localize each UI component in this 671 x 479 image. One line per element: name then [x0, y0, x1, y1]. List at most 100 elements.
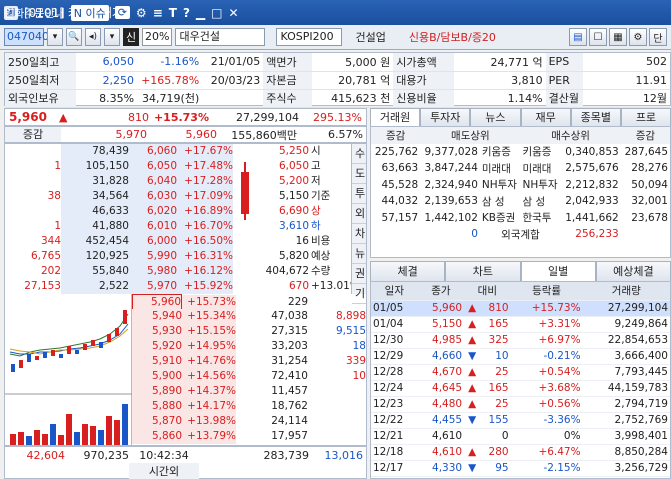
after-hours-label[interactable]: 시간외: [129, 463, 199, 479]
side-tab[interactable]: 외: [352, 204, 366, 224]
bid-price[interactable]: 5,900: [132, 369, 182, 384]
ask-row: 1 41,880 6,010 +16.70% 3,610 하: [5, 219, 351, 234]
grid-icon[interactable]: ▦: [609, 28, 627, 46]
bid-price[interactable]: 5,940: [132, 309, 182, 324]
ask-price[interactable]: 5,970: [129, 279, 177, 294]
close-icon[interactable]: ✕: [228, 6, 238, 20]
change-price1: 5,970: [115, 128, 148, 141]
tab-5[interactable]: 프로: [620, 108, 671, 126]
daily-date: 12/24: [371, 380, 418, 397]
trade-tab-1[interactable]: 차트: [445, 261, 521, 281]
broker-cell: 삼 성: [481, 195, 505, 208]
daily-close: 4,670: [417, 364, 465, 381]
volume-rate: 295.13%: [313, 110, 362, 124]
side-tab[interactable]: 권: [352, 264, 366, 284]
ask-change: 202: [40, 265, 61, 277]
trade-tab-3[interactable]: 예상체결: [595, 261, 671, 281]
up-arrow-icon: ▲: [468, 334, 477, 346]
stock-info-table: 250일최고 6,050 -1.16% 21/01/05 액면가 5,000 원 시가총액 2…: [4, 52, 671, 108]
maximize-icon[interactable]: □: [211, 6, 222, 20]
ask-price[interactable]: 6,000: [129, 234, 177, 249]
daily-close: 4,985: [417, 332, 465, 349]
bid-price[interactable]: 5,870: [132, 414, 182, 429]
unit-toggle-button[interactable]: 단: [649, 28, 667, 46]
current-price-bar: 5,960 ▲ 810 +15.73% 27,299,104 295.13%: [4, 108, 367, 126]
footer-right-total: 13,016: [324, 448, 364, 462]
daily-row[interactable]: 01/05 5,960 ▲ 810 +15.73% 27,299,104: [371, 300, 670, 317]
candle: [107, 334, 111, 342]
bid-price[interactable]: 5,880: [132, 399, 182, 414]
daily-diff-value: 280: [488, 446, 509, 458]
daily-row[interactable]: 12/30 4,985 ▲ 325 +6.97% 22,854,653: [371, 332, 670, 349]
daily-row[interactable]: 12/22 4,455 ▼ 155 -3.36% 2,752,769: [371, 412, 670, 429]
ask-rate: +16.12%: [177, 264, 233, 279]
up-arrow-icon: ▲: [468, 318, 477, 330]
news-issue-button[interactable]: N 이슈: [70, 4, 109, 21]
ask-price[interactable]: 6,040: [129, 174, 177, 189]
dropdown-arrow-icon[interactable]: ▾: [47, 28, 63, 46]
ask-price[interactable]: 6,050: [129, 159, 177, 174]
minimize-icon[interactable]: ▁: [196, 6, 205, 20]
bid-price[interactable]: 5,860: [132, 429, 182, 444]
tab-3[interactable]: 재무: [520, 108, 571, 126]
daily-volume: 2,794,719: [582, 396, 670, 413]
trade-tab-2[interactable]: 일별: [520, 261, 596, 281]
ask-price[interactable]: 5,980: [129, 264, 177, 279]
broker-cell: 28,276: [631, 162, 668, 175]
daily-date: 12/17: [371, 460, 418, 477]
side-tab[interactable]: 뉴: [352, 244, 366, 264]
side-tab[interactable]: 수: [352, 144, 366, 164]
gear-icon[interactable]: ⚙: [629, 28, 647, 46]
down-arrow-icon: ▼: [468, 462, 477, 474]
trade-tab-0[interactable]: 체결: [370, 261, 446, 281]
daily-row[interactable]: 12/21 4,610 0 0% 3,998,401: [371, 428, 670, 445]
info-label: 수량: [311, 265, 331, 277]
side-tab[interactable]: 차: [352, 224, 366, 244]
side-tab-column: 수도투외차뉴권기: [351, 144, 366, 304]
total-volume: 27,299,104: [236, 110, 299, 124]
bid-price[interactable]: 5,930: [132, 324, 182, 339]
info-value: 8.35%: [76, 89, 138, 108]
ask-price[interactable]: 6,020: [129, 204, 177, 219]
sector-name: 건설업: [355, 31, 386, 44]
daily-row[interactable]: 12/28 4,670 ▲ 25 +0.54% 7,793,445: [371, 364, 670, 381]
tab-4[interactable]: 종목별: [570, 108, 621, 126]
help-icon[interactable]: ?: [183, 6, 190, 20]
daily-row[interactable]: 12/17 4,330 ▼ 95 -2.15% 3,256,729: [371, 460, 670, 477]
gear-icon[interactable]: ⚙: [136, 6, 147, 20]
daily-row[interactable]: 01/04 5,150 ▲ 165 +3.31% 9,249,864: [371, 316, 670, 333]
daily-header: 등락률: [510, 282, 583, 301]
info-value: 11.91: [582, 71, 670, 90]
bid-row: 5,960 +15.73% 229: [132, 294, 366, 311]
tab-0[interactable]: 거래원: [370, 108, 421, 126]
menu-icon[interactable]: ≡: [153, 6, 163, 20]
search-icon[interactable]: 🔍: [66, 28, 82, 46]
ask-price[interactable]: 5,990: [129, 249, 177, 264]
daily-diff: ▲ 25: [464, 364, 511, 381]
bid-price[interactable]: 5,920: [132, 339, 182, 354]
bid-price[interactable]: 5,910: [132, 354, 182, 369]
link-icon[interactable]: ⟳: [114, 6, 130, 19]
tab-1[interactable]: 투자자: [420, 108, 471, 126]
ask-price[interactable]: 6,060: [129, 144, 177, 159]
checkbox-icon[interactable]: ☐: [589, 28, 607, 46]
font-size-icon[interactable]: T: [169, 6, 177, 20]
bid-rate: +14.95%: [182, 339, 236, 354]
stock-code-input[interactable]: 047040: [4, 28, 49, 46]
dropdown-arrow-icon[interactable]: ▾: [104, 28, 120, 46]
daily-row[interactable]: 12/29 4,660 ▼ 10 -0.21% 3,666,400: [371, 348, 670, 365]
side-tab[interactable]: 투: [352, 184, 366, 204]
info-label: 외국인보유: [5, 89, 77, 108]
daily-row[interactable]: 12/24 4,645 ▲ 165 +3.68% 44,159,783: [371, 380, 670, 397]
ask-price[interactable]: 6,010: [129, 219, 177, 234]
order-guide-link[interactable]: 원화주문안내: [4, 5, 65, 21]
ask-price[interactable]: 6,030: [129, 189, 177, 204]
bid-price[interactable]: 5,890: [132, 384, 182, 399]
daily-row[interactable]: 12/23 4,480 ▲ 25 +0.56% 2,794,719: [371, 396, 670, 413]
daily-row[interactable]: 12/18 4,610 ▲ 280 +6.47% 8,850,284: [371, 444, 670, 461]
side-tab[interactable]: 도: [352, 164, 366, 184]
tab-2[interactable]: 뉴스: [470, 108, 521, 126]
speaker-icon[interactable]: ◂): [85, 28, 101, 46]
stock-info-icon[interactable]: ▤: [569, 28, 587, 46]
info-value: 5,820: [278, 250, 309, 262]
